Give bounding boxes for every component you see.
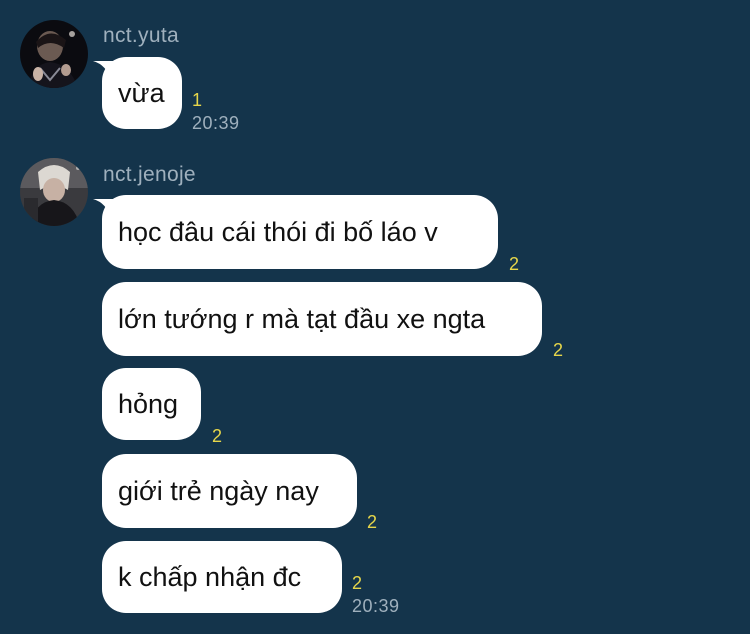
message-bubble[interactable]: k chấp nhận đc bbox=[102, 541, 342, 613]
message-text: học đâu cái thói đi bố láo v bbox=[118, 216, 438, 247]
read-count: 2 bbox=[553, 340, 564, 360]
bubble-tail-icon bbox=[93, 199, 115, 221]
read-count: 2 bbox=[212, 426, 223, 446]
read-count: 2 bbox=[352, 573, 363, 593]
message-bubble[interactable]: lớn tướng r mà tạt đầu xe ngta bbox=[102, 282, 542, 356]
read-count: 2 bbox=[509, 254, 520, 274]
avatar-nct-jenoje[interactable] bbox=[20, 158, 88, 226]
avatar-nct-yuta[interactable] bbox=[20, 20, 88, 88]
message-text: vừa bbox=[118, 77, 165, 108]
sender-name[interactable]: nct.yuta bbox=[103, 24, 179, 48]
profile-photo-avatar-icon bbox=[20, 158, 88, 226]
message-bubble[interactable]: vừa bbox=[93, 57, 182, 129]
read-count: 2 bbox=[367, 512, 378, 532]
message-time: 20:39 bbox=[192, 113, 240, 133]
sender-name[interactable]: nct.jenoje bbox=[103, 163, 196, 187]
message-bubble[interactable]: hỏng bbox=[102, 368, 201, 440]
message-text: k chấp nhận đc bbox=[118, 561, 302, 592]
bubble-tail-icon bbox=[93, 61, 115, 83]
message-bubble[interactable]: học đâu cái thói đi bố láo v bbox=[93, 195, 498, 269]
profile-photo-avatar-icon bbox=[20, 20, 88, 88]
read-count: 1 bbox=[192, 90, 203, 110]
message-time: 20:39 bbox=[352, 596, 400, 616]
message-bubble[interactable]: giới trẻ ngày nay bbox=[102, 454, 357, 528]
message-text: hỏng bbox=[118, 388, 179, 419]
message-text: giới trẻ ngày nay bbox=[118, 475, 319, 506]
message-text: lớn tướng r mà tạt đầu xe ngta bbox=[118, 303, 486, 334]
